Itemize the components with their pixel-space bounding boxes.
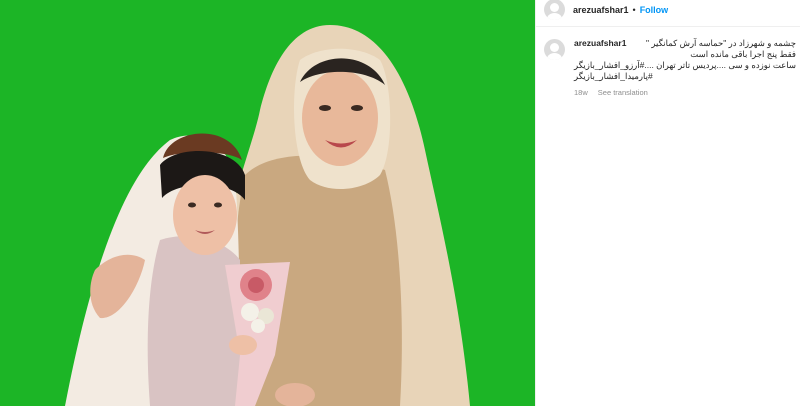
caption-first-line: arezuafshar1 چشمه و شهرزاد در "حماسه آرش… — [574, 38, 796, 49]
post-sidebar: arezuafshar1 • Follow arezuafshar1 چشمه … — [535, 0, 800, 406]
caption-line: فقط پنج اجرا باقی مانده است — [690, 49, 796, 59]
caption-comment: arezuafshar1 چشمه و شهرزاد در "حماسه آرش… — [544, 38, 796, 98]
post-username[interactable]: arezuafshar1 — [573, 5, 629, 15]
avatar[interactable] — [544, 39, 565, 60]
post-photo[interactable] — [0, 0, 535, 406]
caption-meta: 18w See translation — [574, 87, 796, 98]
separator-dot: • — [632, 4, 636, 15]
caption-body: arezuafshar1 چشمه و شهرزاد در "حماسه آرش… — [574, 38, 796, 98]
caption-line[interactable]: #پارمیدا_افشار_بازیگر — [574, 71, 796, 82]
header-divider — [536, 26, 800, 27]
caption-line: چشمه و شهرزاد در "حماسه آرش کمانگیر " — [645, 38, 796, 48]
avatar[interactable] — [544, 0, 565, 20]
post-modal: arezuafshar1 • Follow arezuafshar1 چشمه … — [0, 0, 800, 406]
post-age: 18w — [574, 88, 588, 97]
caption-username[interactable]: arezuafshar1 — [574, 38, 626, 49]
post-header: arezuafshar1 • Follow — [544, 0, 669, 20]
see-translation-link[interactable]: See translation — [598, 87, 648, 98]
caption-line[interactable]: ساعت نوزده و سی ....پردیس تاتر تهران ...… — [574, 60, 796, 71]
follow-button[interactable]: Follow — [640, 5, 669, 15]
photo-illustration — [0, 0, 535, 406]
